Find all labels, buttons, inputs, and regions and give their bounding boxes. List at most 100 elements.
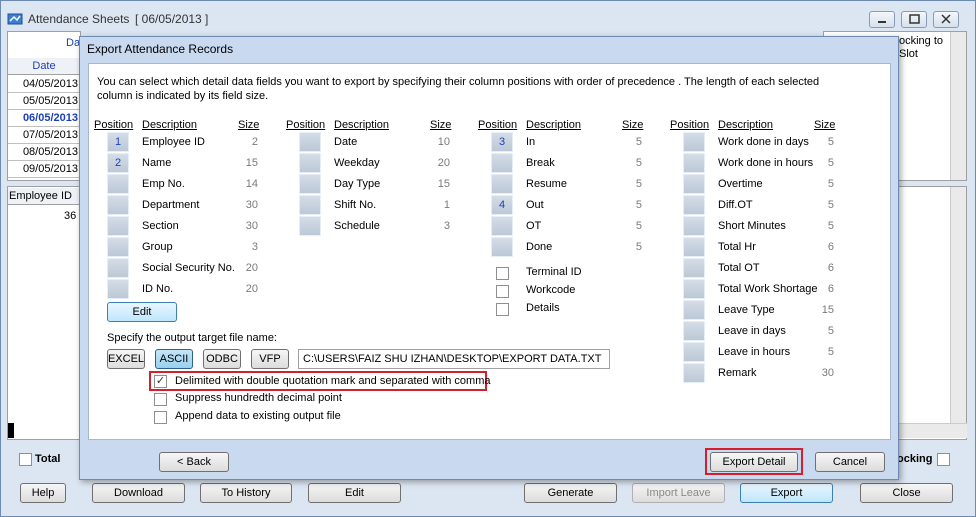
maximize-button[interactable] (901, 11, 927, 28)
group1-size: 30 (245, 199, 258, 211)
group1-position-cell[interactable]: 1 (107, 132, 129, 152)
format-ascii-button[interactable]: ASCII (155, 349, 193, 369)
help-button[interactable]: Help (20, 483, 66, 503)
group2-position-cell[interactable] (299, 195, 321, 215)
details-checkbox[interactable] (496, 303, 509, 316)
edit-dialog-button[interactable]: Edit (107, 302, 177, 322)
group4-position-cell[interactable] (683, 321, 705, 341)
group4-position-cell[interactable] (683, 237, 705, 257)
group1-position-cell[interactable] (107, 258, 129, 278)
group3-position-cell[interactable]: 3 (491, 132, 513, 152)
group1-position-cell[interactable] (107, 195, 129, 215)
group3-size: 5 (635, 220, 642, 232)
g2-size-header: Size (430, 119, 452, 131)
employee-id-value: 36 (64, 210, 77, 222)
terminal-id-checkbox[interactable] (496, 267, 509, 280)
group4-position-cell[interactable] (683, 153, 705, 173)
generate-button[interactable]: Generate (524, 483, 617, 503)
group4-position-cell[interactable] (683, 174, 705, 194)
date-row[interactable]: 07/05/2013 (8, 127, 80, 144)
group2-size: 3 (443, 220, 450, 232)
group3-description: Break (526, 157, 555, 169)
group3-position-cell[interactable] (491, 153, 513, 173)
cancel-button[interactable]: Cancel (815, 452, 885, 472)
group1-description: Name (142, 157, 172, 169)
group4-position-cell[interactable] (683, 132, 705, 152)
workcode-checkbox[interactable] (496, 285, 509, 298)
group1-position-cell[interactable] (107, 174, 129, 194)
group4-size: 15 (821, 304, 834, 316)
date-row[interactable]: 08/05/2013 (8, 144, 80, 161)
total-checkbox[interactable] (19, 453, 32, 466)
group1-position-cell[interactable] (107, 216, 129, 236)
ocking-checkbox[interactable] (937, 453, 950, 466)
right-scrollbar-bottom[interactable] (950, 187, 966, 423)
window-date: [ 06/05/2013 ] (135, 12, 209, 26)
app-icon (7, 12, 23, 26)
dialog-intro-line1: You can select which detail data fields … (97, 76, 820, 88)
group2-description: Shift No. (334, 199, 377, 211)
group4-description: Work done in days (718, 136, 809, 148)
right-scrollbar-top[interactable] (950, 32, 966, 180)
group1-position-cell[interactable] (107, 237, 129, 257)
g1-position-header: Position (94, 119, 134, 131)
export-button[interactable]: Export (740, 483, 833, 503)
hscrollbar-bottom[interactable] (897, 423, 967, 438)
close-button[interactable]: Close (860, 483, 953, 503)
delimited-checkbox[interactable]: ✓ (154, 375, 167, 388)
group3-position-cell[interactable] (491, 174, 513, 194)
right-panel-text1: ocking to (899, 35, 944, 47)
group2-size: 20 (437, 157, 450, 169)
group2-size: 1 (443, 199, 450, 211)
group4-description: Total Hr (718, 241, 756, 253)
format-odbc-button[interactable]: ODBC (203, 349, 241, 369)
group2-description: Schedule (334, 220, 380, 232)
total-label: Total (35, 453, 61, 465)
append-data-checkbox[interactable] (154, 411, 167, 424)
group4-position-cell[interactable] (683, 279, 705, 299)
export-detail-button[interactable]: Export Detail (710, 452, 798, 472)
import-leave-button[interactable]: Import Leave (632, 483, 725, 503)
group4-position-cell[interactable] (683, 258, 705, 278)
group1-position-cell[interactable]: 2 (107, 153, 129, 173)
back-button[interactable]: < Back (159, 452, 229, 472)
group2-position-cell[interactable] (299, 174, 321, 194)
date-row[interactable]: 05/05/2013 (8, 93, 80, 110)
group3-position-cell[interactable] (491, 237, 513, 257)
format-vfp-button[interactable]: VFP (251, 349, 289, 369)
group1-size: 30 (245, 220, 258, 232)
group4-description: Overtime (718, 178, 763, 190)
group4-size: 5 (827, 178, 834, 190)
date-row[interactable]: 06/05/2013 (8, 110, 80, 127)
g3-description-header: Description (526, 119, 582, 131)
group1-description: Emp No. (142, 178, 185, 190)
date-row[interactable]: 09/05/2013 (8, 161, 80, 178)
group4-position-cell[interactable] (683, 342, 705, 362)
date-row[interactable]: 04/05/2013 (8, 76, 80, 93)
delimited-label: Delimited with double quotation mark and… (175, 375, 491, 387)
group4-position-cell[interactable] (683, 300, 705, 320)
edit-main-button[interactable]: Edit (308, 483, 401, 503)
group4-description: Leave Type (718, 304, 775, 316)
group2-position-cell[interactable] (299, 216, 321, 236)
to-history-button[interactable]: To History (200, 483, 292, 503)
g3-size-header: Size (622, 119, 644, 131)
group2-position-cell[interactable] (299, 153, 321, 173)
group3-position-cell[interactable] (491, 216, 513, 236)
group1-position-cell[interactable] (107, 279, 129, 299)
format-excel-button[interactable]: EXCEL (107, 349, 145, 369)
group2-position-cell[interactable] (299, 132, 321, 152)
group4-position-cell[interactable] (683, 195, 705, 215)
group4-position-cell[interactable] (683, 216, 705, 236)
download-button[interactable]: Download (92, 483, 185, 503)
group4-position-cell[interactable] (683, 363, 705, 383)
suppress-decimal-checkbox[interactable] (154, 393, 167, 406)
group4-size: 5 (827, 199, 834, 211)
group4-size: 6 (827, 262, 834, 274)
group3-position-cell[interactable]: 4 (491, 195, 513, 215)
file-path-input[interactable] (298, 349, 610, 369)
minimize-button[interactable] (869, 11, 895, 28)
close-window-button[interactable] (933, 11, 959, 28)
group1-size: 20 (245, 262, 258, 274)
checkmark-icon: ✓ (155, 375, 166, 387)
